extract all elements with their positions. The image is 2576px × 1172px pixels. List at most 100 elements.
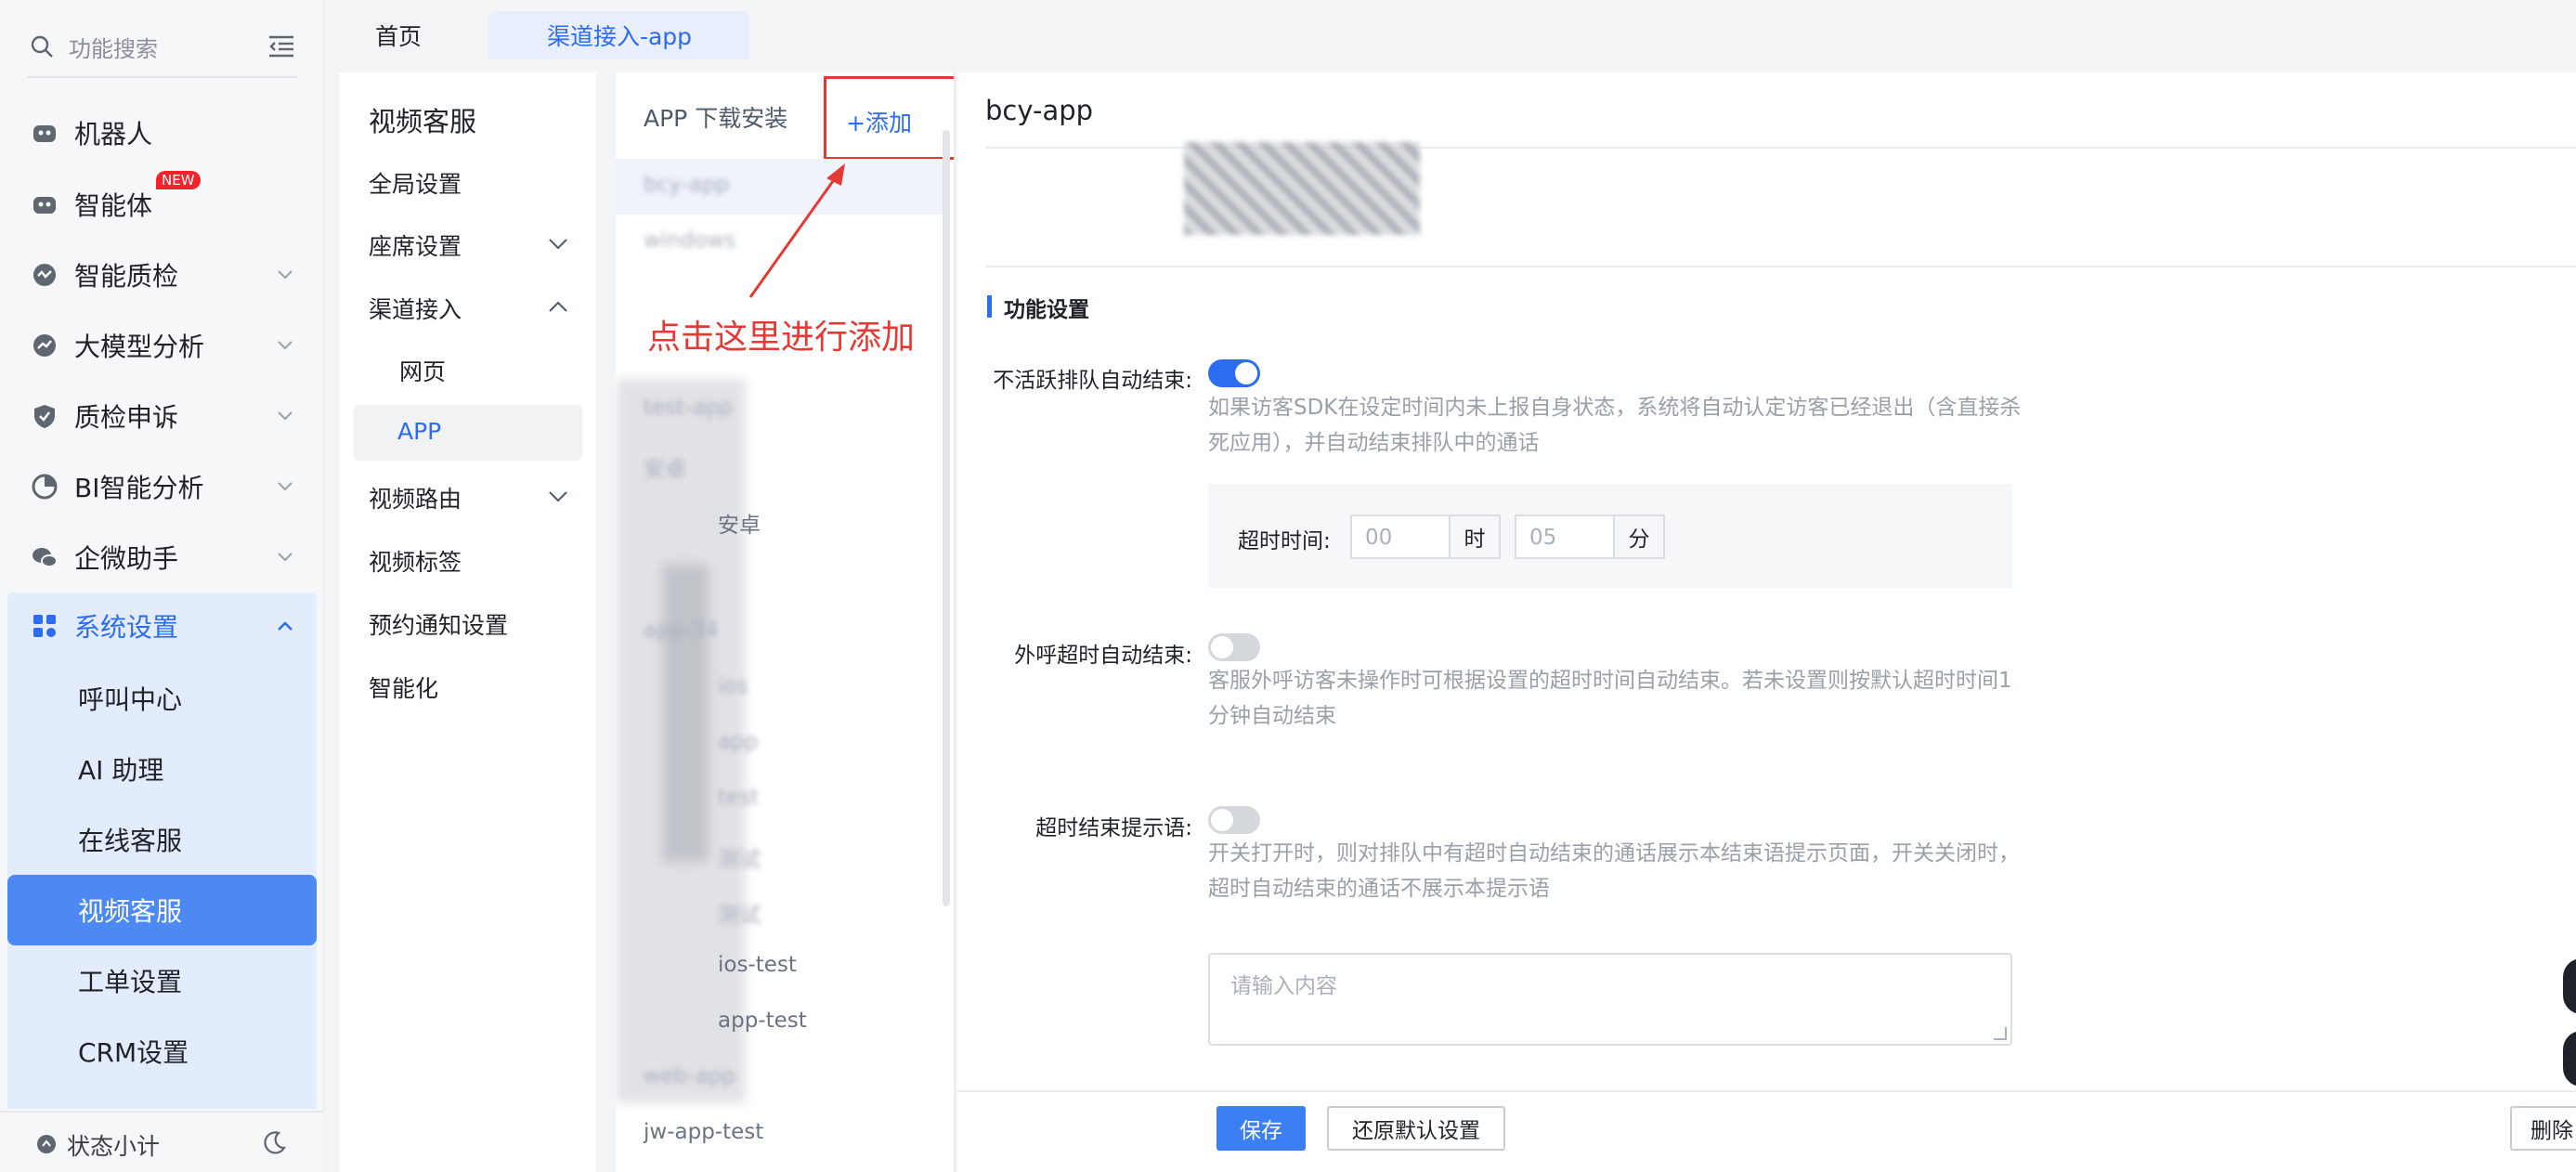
sidebar: 功能搜索 机器人 智能体 NEW 智能质检 大模型分析 质检申诉 BI智能分析 … — [0, 0, 324, 1172]
app-list-item[interactable]: 安卓 — [616, 437, 948, 493]
chevron-down-icon — [545, 483, 571, 509]
menu-global-settings[interactable]: 全局设置 — [369, 166, 462, 200]
pie-icon — [30, 472, 59, 501]
sub-item-call-center[interactable]: 呼叫中心 — [7, 663, 317, 734]
resize-grip-icon[interactable] — [1994, 1027, 2007, 1040]
outbound-timeout-toggle[interactable] — [1208, 633, 1260, 661]
sub-item-online-service[interactable]: 在线客服 — [7, 804, 317, 875]
app-list-item[interactable]: test-app — [616, 382, 948, 437]
nav-wecom-assistant[interactable]: 企微助手 — [0, 529, 324, 585]
timeout-label: 超时时间: — [1238, 529, 1331, 553]
tab-bar: 首页 渠道接入-app — [324, 0, 2576, 59]
grid-icon — [30, 611, 59, 641]
chevron-down-icon — [272, 474, 298, 500]
app-list-item[interactable]: test — [616, 772, 948, 827]
minutes-unit: 分 — [1613, 514, 1665, 559]
nav-label: 质检申诉 — [74, 402, 179, 433]
app-list-item[interactable]: ios-test — [616, 939, 948, 995]
inactive-queue-label: 不活跃排队自动结束: — [993, 369, 1192, 393]
nav-quality-check[interactable]: 智能质检 — [0, 247, 324, 303]
function-search[interactable]: 功能搜索 — [28, 17, 297, 78]
inactive-queue-description: 如果访客SDK在设定时间内未上报自身状态，系统将自动认定访客已经退出（含直接杀死… — [1208, 396, 2022, 455]
menu-web[interactable]: 网页 — [399, 354, 446, 387]
shield-icon — [30, 401, 59, 431]
chevron-up-icon — [272, 613, 298, 639]
model-analysis-icon — [30, 331, 59, 360]
sub-item-label: 视频客服 — [78, 896, 183, 927]
menu-seat-settings[interactable]: 座席设置 — [369, 228, 462, 262]
app-list-item[interactable]: 安卓 — [616, 493, 948, 549]
add-app-button[interactable]: +添加 — [846, 105, 912, 138]
app-name: jw-app-test — [644, 1120, 764, 1144]
app-list-item[interactable]: app — [616, 716, 948, 772]
sub-item-label: 在线客服 — [78, 826, 183, 856]
nav-appeal[interactable]: 质检申诉 — [0, 388, 324, 444]
app-list-item[interactable]: web-app — [616, 1050, 948, 1106]
outbound-timeout-label: 外呼超时自动结束: — [1014, 644, 1192, 668]
sidebar-footer: 状态小计 — [0, 1111, 324, 1172]
menu-intelligence[interactable]: 智能化 — [369, 671, 438, 704]
sub-item-label: 工单设置 — [78, 967, 183, 997]
nav-label: 机器人 — [74, 119, 153, 150]
search-placeholder: 功能搜索 — [69, 35, 158, 62]
inactive-queue-toggle[interactable] — [1208, 359, 1260, 387]
chevron-down-icon — [272, 403, 298, 429]
sub-item-video-service[interactable]: 视频客服 — [7, 875, 317, 945]
sub-item-ai-assistant[interactable]: AI 助理 — [7, 734, 317, 804]
nav-agent[interactable]: 智能体 NEW — [0, 171, 324, 232]
chat-icon — [30, 542, 59, 572]
app-list-item[interactable]: app-test — [616, 995, 948, 1050]
app-name: 安卓 — [718, 514, 761, 538]
sub-item-crm-settings[interactable]: CRM设置 — [7, 1016, 317, 1087]
collapse-menu-icon[interactable] — [266, 31, 297, 62]
new-badge: NEW — [156, 171, 201, 189]
chevron-down-icon — [272, 262, 298, 288]
timeout-minutes-input[interactable]: 05 — [1515, 514, 1615, 559]
app-list-item[interactable]: jw-app-test — [616, 1106, 948, 1162]
sub-item-ticket-settings[interactable]: 工单设置 — [7, 945, 317, 1016]
tab-home[interactable]: 首页 — [324, 11, 473, 59]
nav-label: 智能体 — [74, 190, 153, 221]
moon-icon[interactable] — [258, 1127, 290, 1159]
menu-video-routing[interactable]: 视频路由 — [369, 481, 462, 514]
app-name: app-test — [718, 1009, 807, 1033]
menu-channel-access[interactable]: 渠道接入 — [369, 292, 462, 325]
app-name: 安卓 — [644, 458, 686, 482]
list-scrollbar[interactable] — [943, 130, 950, 906]
timeout-prompt-textarea[interactable]: 请输入内容 — [1208, 953, 2012, 1046]
menu-appointment-notice[interactable]: 预约通知设置 — [369, 607, 508, 641]
menu-title: 视频客服 — [369, 106, 477, 137]
app-name: test — [718, 786, 760, 810]
timeout-prompt-toggle[interactable] — [1208, 806, 1260, 834]
tab-channel-app[interactable]: 渠道接入-app — [489, 11, 749, 59]
nav-system-settings[interactable]: 系统设置 — [7, 593, 317, 659]
nav-label: 大模型分析 — [74, 332, 205, 362]
nav-label: 系统设置 — [74, 612, 179, 643]
app-list-item[interactable]: app-34 — [616, 605, 948, 660]
sub-item-label: AI 助理 — [78, 755, 164, 786]
app-list-item[interactable]: 测试 — [616, 883, 948, 939]
app-list-item[interactable]: ios — [616, 660, 948, 716]
nav-bi-analysis[interactable]: BI智能分析 — [0, 459, 324, 514]
reset-defaults-button[interactable]: 还原默认设置 — [1327, 1106, 1505, 1151]
app-list-item[interactable]: 测试 — [616, 827, 948, 883]
timeout-settings-box: 超时时间: 00 时 05 分 — [1208, 484, 2012, 588]
status-summary[interactable]: 状态小计 — [67, 1128, 160, 1162]
app-detail-panel: bcy-app 功能设置 不活跃排队自动结束: 如果访客SDK在设定时间内未上报… — [957, 72, 2576, 1172]
menu-app[interactable]: APP — [354, 405, 582, 461]
app-name: windows — [644, 228, 736, 253]
app-detail-title: bcy-app — [985, 95, 1094, 126]
quality-check-icon — [30, 260, 59, 290]
menu-video-tags[interactable]: 视频标签 — [369, 544, 462, 578]
app-name: bcy-app — [644, 173, 730, 197]
app-name: ios-test — [718, 953, 797, 977]
app-name: app-34 — [644, 619, 719, 643]
save-button[interactable]: 保存 — [1216, 1106, 1306, 1151]
nav-robot[interactable]: 机器人 — [0, 105, 324, 161]
nav-model-analysis[interactable]: 大模型分析 — [0, 318, 324, 373]
app-name: test-app — [644, 396, 733, 420]
delete-button[interactable]: 删除 — [2510, 1106, 2576, 1151]
timeout-hours-input[interactable]: 00 — [1350, 514, 1451, 559]
chevron-down-icon — [272, 332, 298, 358]
nav-label: BI智能分析 — [74, 473, 204, 503]
